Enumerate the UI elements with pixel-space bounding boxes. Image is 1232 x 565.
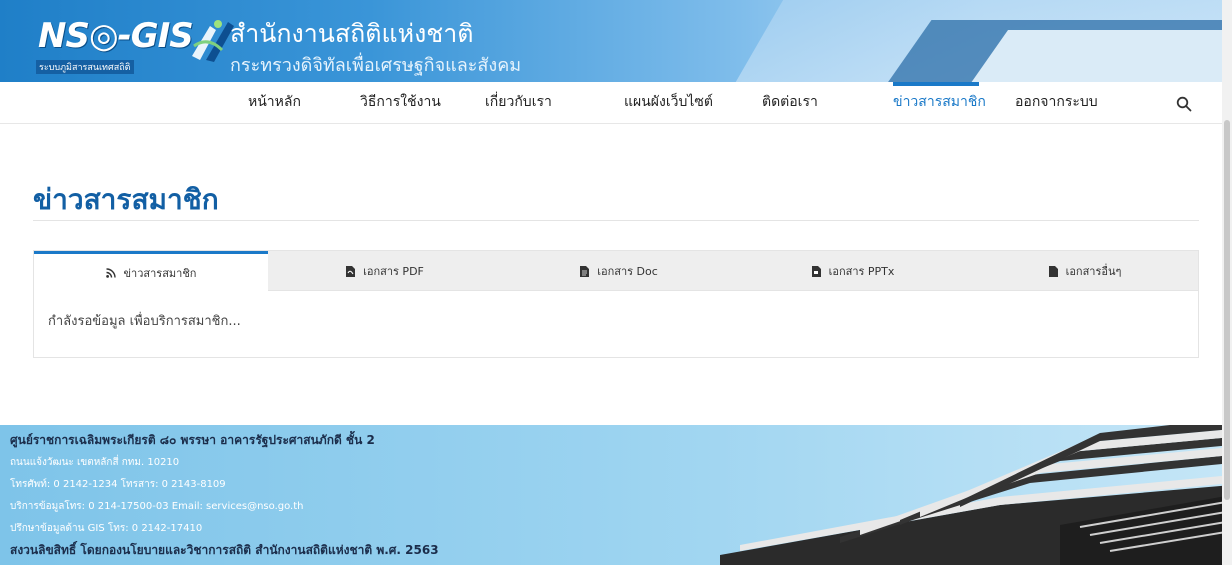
footer-service-contact: บริการข้อมูลโทร: 0 214-17500-03 Email: s… [10, 501, 304, 512]
scrollbar-thumb[interactable] [1224, 120, 1230, 500]
org-title: สำนักงานสถิติแห่งชาติ [230, 19, 474, 48]
page-scrollbar[interactable] [1222, 0, 1232, 565]
header-banner: NS◎-GIS ระบบภูมิสารสนเทศสถิติ สำนักงานสถ… [0, 0, 1232, 82]
search-icon[interactable] [1176, 96, 1192, 112]
main-nav: หน้าหลัก วิธีการใช้งาน เกี่ยวกับเรา แผนผ… [0, 82, 1232, 124]
divider [33, 220, 1199, 221]
tab-content-panel: กำลังรอข้อมูล เพื่อบริการสมาชิก... [33, 290, 1199, 358]
nav-item-sitemap[interactable]: แผนผังเว็บไซต์ [624, 82, 713, 124]
tab-other-docs[interactable]: เอกสารอื่นๆ [970, 251, 1200, 291]
nav-item-about[interactable]: เกี่ยวกับเรา [485, 82, 552, 124]
tab-label: ข่าวสารสมาชิก [123, 267, 197, 280]
footer-copyright: สงวนลิขสิทธิ์ โดยกองนโยบายและวิชาการสถิต… [10, 543, 439, 557]
file-ppt-icon [811, 265, 821, 277]
site-logo[interactable]: NS◎-GIS ระบบภูมิสารสนเทศสถิติ [36, 10, 234, 78]
building-illustration [720, 425, 1232, 565]
nav-item-member-news[interactable]: ข่าวสารสมาชิก [893, 82, 986, 124]
footer-address-title: ศูนย์ราชการเฉลิมพระเกียรติ ๘๐ พรรษา อาคา… [10, 433, 375, 447]
file-icon [1048, 265, 1058, 277]
tab-pptx[interactable]: เอกสาร PPTx [736, 251, 970, 291]
document-tabs: ข่าวสารสมาชิก เอกสาร PDF เอกสาร Doc เอกส… [33, 250, 1200, 292]
footer-address: ถนนแจ้งวัฒนะ เขตหลักสี่ กทม. 10210 [10, 457, 180, 468]
tab-label: เอกสาร PPTx [828, 265, 895, 278]
tab-pdf[interactable]: เอกสาร PDF [268, 251, 502, 291]
nav-item-logout[interactable]: ออกจากระบบ [1015, 82, 1098, 124]
nav-item-contact[interactable]: ติดต่อเรา [762, 82, 818, 124]
page: NS◎-GIS ระบบภูมิสารสนเทศสถิติ สำนักงานสถ… [0, 0, 1232, 565]
footer-gis-contact: ปรึกษาข้อมูลด้าน GIS โทร: 0 2142-17410 [10, 523, 203, 534]
page-title: ข่าวสารสมาชิก [33, 183, 219, 216]
footer-phone: โทรศัพท์: 0 2142-1234 โทรสาร: 0 2143-810… [10, 479, 226, 490]
tab-member-news[interactable]: ข่าวสารสมาชิก [34, 251, 268, 292]
footer: ศูนย์ราชการเฉลิมพระเกียรติ ๘๐ พรรษา อาคา… [0, 425, 1232, 565]
tab-label: เอกสารอื่นๆ [1065, 265, 1122, 278]
logo-text: NS◎-GIS [38, 16, 194, 56]
nav-item-how-to-use[interactable]: วิธีการใช้งาน [360, 82, 441, 124]
nav-item-home[interactable]: หน้าหลัก [248, 82, 301, 124]
logo-mark-icon [192, 20, 234, 62]
logo-subtitle: ระบบภูมิสารสนเทศสถิติ [36, 60, 134, 74]
loading-message: กำลังรอข้อมูล เพื่อบริการสมาชิก... [48, 314, 241, 329]
tab-label: เอกสาร Doc [597, 265, 658, 278]
tab-label: เอกสาร PDF [363, 265, 424, 278]
rss-icon [105, 268, 116, 278]
org-subtitle: กระทรวงดิจิทัลเพื่อเศรษฐกิจและสังคม [230, 55, 522, 76]
file-doc-icon [580, 265, 590, 277]
tab-doc[interactable]: เอกสาร Doc [502, 251, 736, 291]
file-pdf-icon [346, 265, 356, 277]
